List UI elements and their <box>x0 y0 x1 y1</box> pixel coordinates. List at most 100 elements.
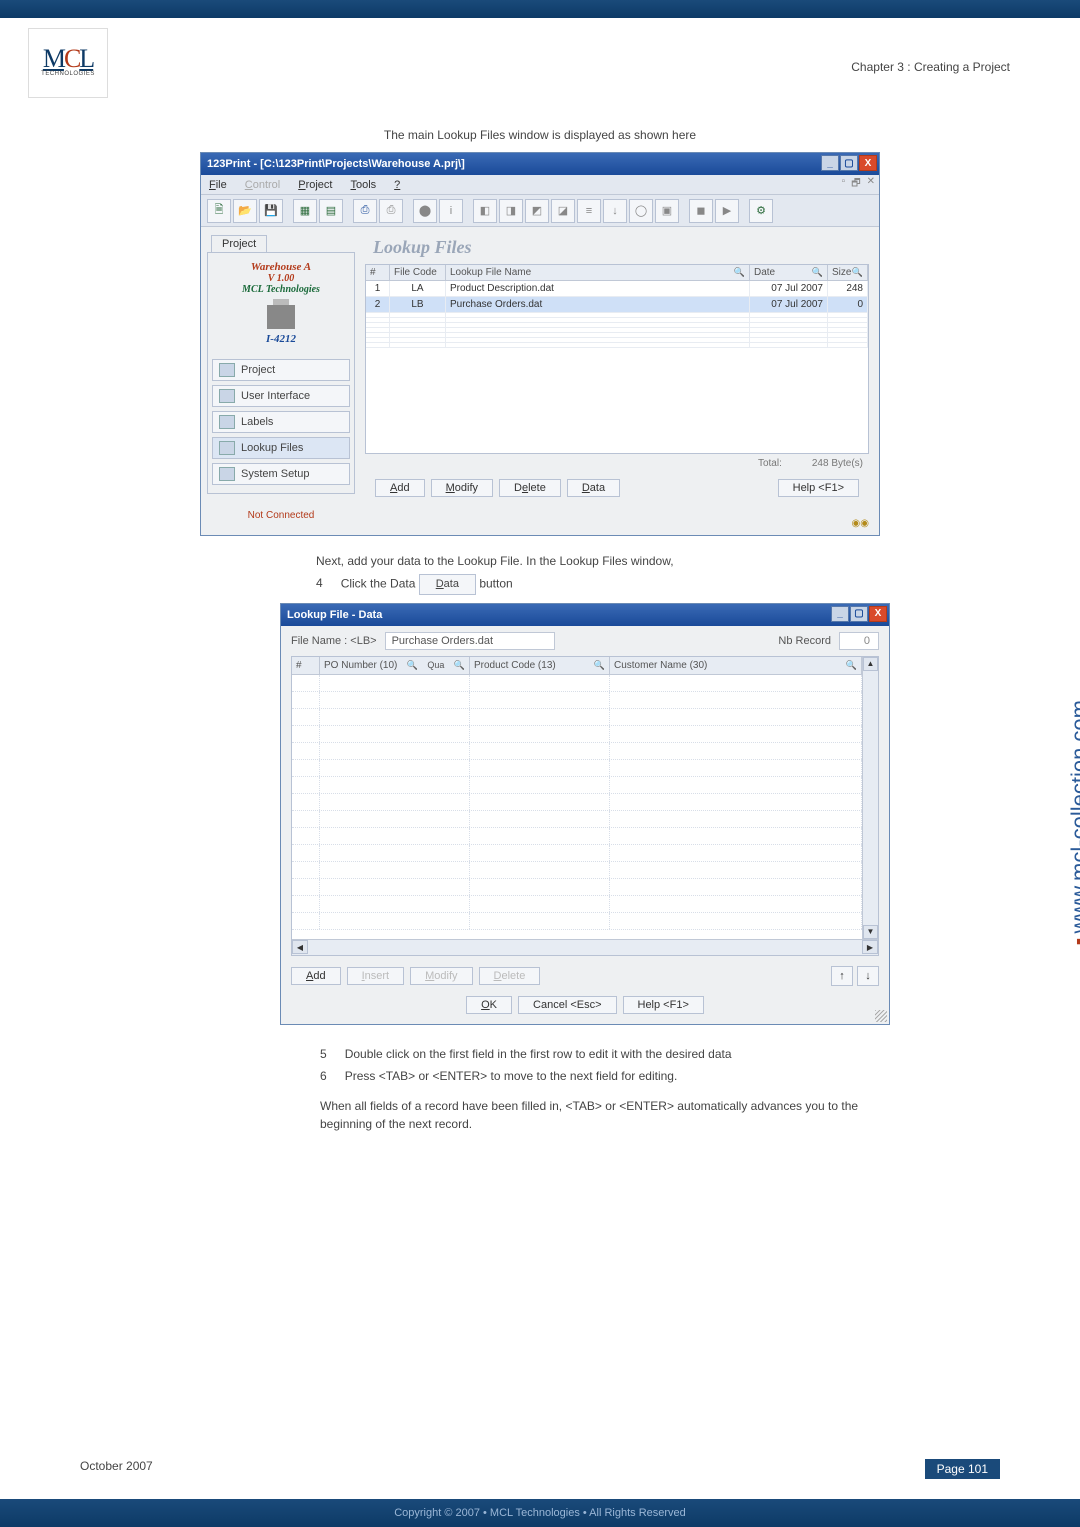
grid2-header-num[interactable]: # <box>292 657 320 674</box>
win1-titlebar: 123Print - [C:\123Print\Projects\Warehou… <box>201 153 879 175</box>
grid-row[interactable]: 1 LA Product Description.dat 07 Jul 2007… <box>366 281 868 297</box>
search-icon[interactable]: 🔍 <box>852 267 863 278</box>
menu-tools[interactable]: Tools <box>350 179 376 191</box>
mcl-logo: MCL TECHNOLOGIES <box>28 28 108 98</box>
grid-header-size[interactable]: Size🔍 <box>828 265 868 280</box>
grid2-header-customer-name[interactable]: Customer Name (30)🔍 <box>610 657 862 674</box>
grid2-header-po[interactable]: PO Number (10)🔍Qua🔍 <box>320 657 470 674</box>
sidebar-project-tab[interactable]: Project <box>211 235 267 252</box>
inner-close-icon[interactable]: ✕ <box>867 176 875 193</box>
page-top-stripe <box>0 0 1080 18</box>
grid-header-num[interactable]: # <box>366 265 390 280</box>
ui-icon <box>219 389 235 403</box>
maximize-icon[interactable]: ▢ <box>840 155 858 171</box>
total-value: 248 Byte(s) <box>812 458 863 469</box>
win1-menubar: File Control Project Tools ? ▫ 🗗 ✕ <box>201 175 879 195</box>
window-lookup-file-data: Lookup File - Data _ ▢ X File Name : <LB… <box>280 603 890 1025</box>
nav-system-setup[interactable]: System Setup <box>212 463 350 485</box>
grid-header-date[interactable]: Date🔍 <box>750 265 828 280</box>
printer-model: I-4212 <box>212 333 350 345</box>
nav-project[interactable]: Project <box>212 359 350 381</box>
search-icon[interactable]: 🔍 <box>454 660 465 671</box>
search-icon[interactable]: 🔍 <box>846 660 857 671</box>
minimize-icon[interactable]: _ <box>821 155 839 171</box>
win2-titlebar: Lookup File - Data _ ▢ X <box>281 604 889 626</box>
data-button-inline[interactable]: Data <box>419 574 476 595</box>
win2-info-row: File Name : <LB> Purchase Orders.dat Nb … <box>281 626 889 656</box>
footer-copyright: Copyright © 2007 • MCL Technologies • Al… <box>0 1499 1080 1527</box>
search-icon[interactable]: 🔍 <box>734 267 745 278</box>
tb-new-icon[interactable]: 🗎 <box>207 199 231 223</box>
tb-icon-6: ↓ <box>603 199 627 223</box>
scroll-up-icon[interactable]: ▲ <box>863 657 878 671</box>
search-icon[interactable]: 🔍 <box>594 660 605 671</box>
menu-control: Control <box>245 179 280 191</box>
total-label: Total: <box>758 458 782 469</box>
nav-user-interface[interactable]: User Interface <box>212 385 350 407</box>
menu-project[interactable]: Project <box>298 179 332 191</box>
maximize-icon[interactable]: ▢ <box>850 606 868 622</box>
grid-header-filename[interactable]: Lookup File Name🔍 <box>446 265 750 280</box>
add-button[interactable]: Add <box>291 967 341 985</box>
add-button[interactable]: Add <box>375 479 425 497</box>
move-up-button[interactable]: ↑ <box>831 966 853 986</box>
status-indicator-icon: ◉◉ <box>852 518 869 529</box>
delete-button[interactable]: Delete <box>499 479 561 497</box>
lookup-icon <box>219 441 235 455</box>
footer-row: October 2007 Page 101 <box>0 1459 1080 1479</box>
labels-icon <box>219 415 235 429</box>
menu-help[interactable]: ? <box>394 179 400 191</box>
menu-file[interactable]: File <box>209 179 227 191</box>
grid2-header-product-code[interactable]: Product Code (13)🔍 <box>470 657 610 674</box>
modify-button[interactable]: Modify <box>431 479 493 497</box>
win2-ok-row: OK Cancel <Esc> Help <F1> <box>281 996 889 1024</box>
step4-intro: Next, add your data to the Lookup File. … <box>316 552 876 570</box>
tb-gear-icon[interactable]: ⚙ <box>749 199 773 223</box>
tb-icon-3: ◩ <box>525 199 549 223</box>
tb-save-icon[interactable]: 💾 <box>259 199 283 223</box>
search-icon[interactable]: 🔍 <box>407 660 418 671</box>
sidebar-project-box: Warehouse A V 1.00 MCL Technologies I-42… <box>207 252 355 494</box>
close-icon[interactable]: X <box>859 155 877 171</box>
vertical-scrollbar[interactable]: ▲ ▼ <box>862 657 878 939</box>
scroll-right-icon[interactable]: ▶ <box>862 940 878 954</box>
cancel-button[interactable]: Cancel <Esc> <box>518 996 616 1014</box>
help-button[interactable]: Help <F1> <box>778 479 859 497</box>
grid-header-filecode[interactable]: File Code <box>390 265 446 280</box>
tb-ui-icon[interactable]: ▤ <box>319 199 343 223</box>
step4-number: 4 <box>316 574 323 595</box>
tb-open-icon[interactable]: 📂 <box>233 199 257 223</box>
warehouse-version: V 1.00 <box>212 273 350 284</box>
help-button[interactable]: Help <F1> <box>623 996 704 1014</box>
win2-title-text: Lookup File - Data <box>287 609 382 621</box>
close-icon[interactable]: X <box>869 606 887 622</box>
tb-grid-icon[interactable]: ▦ <box>293 199 317 223</box>
printer-icon <box>267 305 295 329</box>
scroll-down-icon[interactable]: ▼ <box>863 925 878 939</box>
nav-labels[interactable]: Labels <box>212 411 350 433</box>
inner-maximize-icon[interactable]: 🗗 <box>851 176 860 193</box>
grid2-body[interactable] <box>292 675 862 939</box>
tb-send-icon[interactable]: ⎙ <box>353 199 377 223</box>
data-button[interactable]: Data <box>567 479 620 497</box>
move-down-button[interactable]: ↓ <box>857 966 879 986</box>
insert-button: Insert <box>347 967 405 985</box>
grid-row-selected[interactable]: 2 LB Purchase Orders.dat 07 Jul 2007 0 <box>366 297 868 313</box>
horizontal-scrollbar[interactable]: ◀ ▶ <box>292 939 878 955</box>
grid-total-row: Total: 248 Byte(s) <box>365 454 869 473</box>
inner-restore-icon[interactable]: ▫ <box>842 176 846 193</box>
ok-button[interactable]: OK <box>466 996 512 1014</box>
inner-window-controls: ▫ 🗗 ✕ <box>842 176 875 193</box>
nav-lookup-files[interactable]: Lookup Files <box>212 437 350 459</box>
scroll-left-icon[interactable]: ◀ <box>292 940 308 954</box>
win1-main-pane: Lookup Files # File Code Lookup File Nam… <box>361 227 879 535</box>
minimize-icon[interactable]: _ <box>831 606 849 622</box>
search-icon[interactable]: 🔍 <box>812 267 823 278</box>
win1-toolbar: 🗎 📂 💾 ▦ ▤ ⎙ ⎙ ⬤ i ◧ ◨ ◩ ◪ ≡ ↓ ◯ ▣ ◼ ▶ ⚙ <box>201 195 879 227</box>
project-icon <box>219 363 235 377</box>
side-url: ▪www.mcl-collection.com <box>1066 700 1080 945</box>
grid-header-row: # File Code Lookup File Name🔍 Date🔍 Size… <box>366 265 868 281</box>
resize-grip-icon[interactable] <box>875 1010 887 1022</box>
system-icon <box>219 467 235 481</box>
lookup-files-grid: # File Code Lookup File Name🔍 Date🔍 Size… <box>365 264 869 454</box>
